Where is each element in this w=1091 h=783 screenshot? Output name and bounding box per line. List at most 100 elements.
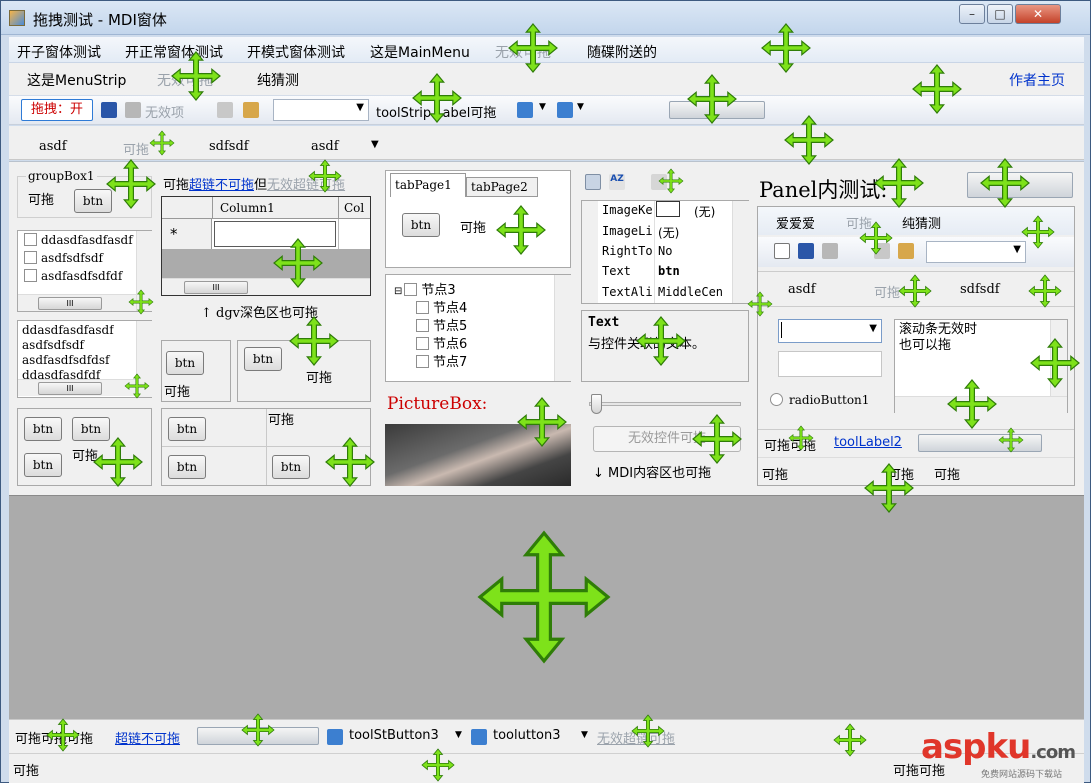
checked-listbox[interactable]: ddasdfasdfasdf asdfsdfsdf asdfasdfsdfdf … [17,230,153,312]
horizontal-scrollbar[interactable] [895,396,1067,413]
tab-asdf[interactable]: asdf [39,139,67,154]
tree-node[interactable]: 节点7 [416,351,467,370]
disabled-button[interactable]: 无效控件可拖 [593,426,741,452]
grid-button[interactable]: btn [24,453,62,477]
tree-view[interactable]: ⊟ 节点3 节点4 节点5 节点6 节点7 [385,274,571,382]
disabled-hyperlink[interactable]: 无效超链可拖 [267,178,345,193]
menu-disabled[interactable]: 无效可拖 [495,42,551,62]
vertical-scrollbar[interactable] [554,275,571,381]
grid-button[interactable]: btn [168,417,206,441]
split-button[interactable]: toolutton3 [493,728,561,743]
vertical-scrollbar[interactable] [136,231,153,311]
property-name[interactable]: ImageLi [602,224,653,238]
panel-button[interactable] [967,172,1073,198]
radio-circle[interactable] [770,393,783,406]
hyperlink[interactable]: 超链不可拖 [189,178,254,193]
listbox-items[interactable]: ddasdfasdfasdf asdfsdfsdf asdfasdfsdfdsf… [22,323,114,379]
maximize-button[interactable]: □ [987,4,1013,24]
list-item[interactable]: ddasdfasdfdf [22,368,114,379]
menu-mainmenu[interactable]: 这是MainMenu [370,42,470,62]
disabled-hyperlink[interactable]: 无效超链可拖 [597,728,675,747]
vertical-scrollbar[interactable] [1050,320,1067,396]
grid-cell[interactable] [214,221,336,247]
title-bar[interactable]: 拖拽测试 - MDI窗体 – □ ✕ [1,1,1090,35]
grid-button[interactable]: btn [24,417,62,441]
grid-column-header[interactable]: Col [344,201,364,215]
chevron-down-icon[interactable]: ▼ [371,139,379,150]
paste-icon[interactable] [898,243,914,259]
author-homepage-link[interactable]: 作者主页 [1009,70,1065,90]
paste-icon[interactable] [243,102,259,118]
horizontal-scrollbar[interactable]: III [18,294,136,311]
tab-asdf-2[interactable]: asdf [311,139,339,154]
radio-button[interactable]: radioButton1 [770,393,869,407]
menu-open-modal[interactable]: 开模式窗体测试 [247,42,345,62]
property-grid[interactable]: ImageKe (无) ImageLi (无) RightTo No Text … [581,200,749,304]
mdi-client-area[interactable] [9,495,1084,719]
panel-combobox[interactable]: ▼ [778,319,882,343]
copy-icon[interactable] [217,102,233,118]
tree-node[interactable]: 节点6 [416,333,467,352]
property-value[interactable]: (无) [658,224,679,241]
panel-textbox[interactable] [778,351,882,377]
horizontal-scrollbar[interactable]: III [162,278,370,295]
categorized-icon[interactable] [585,174,601,190]
image-icon[interactable] [327,729,343,745]
toolstrip-combobox[interactable]: ▼ [273,99,369,121]
chevron-down-icon[interactable]: ▼ [539,102,546,112]
tab-draggable[interactable]: 可拖 [123,139,149,158]
panel-tab[interactable]: sdfsdf [960,282,1000,297]
panel-menu-item[interactable]: 纯猜测 [902,213,941,232]
list-item[interactable]: ddasdfasdfasdf [22,323,114,338]
chevron-down-icon[interactable]: ▼ [581,730,588,740]
property-value[interactable]: (无) [694,203,715,220]
save-icon[interactable] [101,102,117,118]
close-button[interactable]: ✕ [1015,4,1061,24]
menu-open-normal[interactable]: 开正常窗体测试 [125,42,223,62]
image-icon[interactable] [557,102,573,118]
tree-root[interactable]: ⊟ 节点3 [394,279,456,298]
panel-tab[interactable]: 可拖 [874,282,900,301]
panel-textarea[interactable]: 滚动条无效时 也可以拖 [894,319,1068,413]
horizontal-scrollbar[interactable]: III [18,379,136,396]
drag-toggle-button[interactable]: 拖拽：开 [21,99,93,121]
panel-menu-item[interactable]: 可拖 [846,213,872,232]
panel-menu-item[interactable]: 爱爱爱 [776,213,815,232]
vertical-scrollbar[interactable] [732,201,749,303]
image-icon[interactable] [517,102,533,118]
menustrip-item[interactable]: 这是MenuStrip [27,70,126,90]
group-button[interactable]: btn [74,189,112,213]
menustrip-guess[interactable]: 纯猜测 [257,70,299,90]
grid-new-row[interactable]: * [162,219,370,249]
list-item[interactable]: asdfsdfsdf [24,251,103,265]
vertical-scrollbar[interactable] [136,321,153,397]
grid-button[interactable]: btn [72,417,110,441]
panel-combobox[interactable]: ▼ [926,241,1026,263]
grid-button[interactable]: btn [272,455,310,479]
grid-column-header[interactable]: Column1 [220,201,275,215]
split-button[interactable]: toolStButton3 [349,728,439,743]
list-item[interactable]: asdfasdfsdfdsf [22,353,114,368]
property-value[interactable]: MiddleCen [658,285,730,299]
textarea-content[interactable]: 滚动条无效时 也可以拖 [899,322,977,354]
tree-node[interactable]: 节点5 [416,315,467,334]
menu-open-child[interactable]: 开子窗体测试 [17,42,101,62]
sort-az-icon[interactable]: AZ [609,174,625,190]
property-name[interactable]: RightTo [602,244,653,258]
tree-node[interactable]: 节点4 [416,297,467,316]
panel-button[interactable]: btn [166,351,204,375]
listbox[interactable]: ddasdfasdfasdf asdfsdfsdf asdfasdfsdfdsf… [17,320,153,398]
tab-button[interactable]: btn [402,213,440,237]
tab-page1[interactable]: tabPage1 [390,173,466,197]
menustrip-disabled[interactable]: 无效可拖 [157,70,213,90]
chevron-down-icon[interactable]: ▼ [577,102,584,112]
new-icon[interactable] [774,243,790,259]
property-name[interactable]: ImageKe [602,203,653,217]
property-name[interactable]: Text [602,264,631,278]
menu-extra[interactable]: 随碟附送的 [587,42,657,62]
chevron-down-icon[interactable]: ▼ [455,730,462,740]
property-name[interactable]: TextAli [602,285,653,299]
copy-icon[interactable] [874,243,890,259]
print-icon[interactable] [822,243,838,259]
grid-button[interactable]: btn [168,455,206,479]
